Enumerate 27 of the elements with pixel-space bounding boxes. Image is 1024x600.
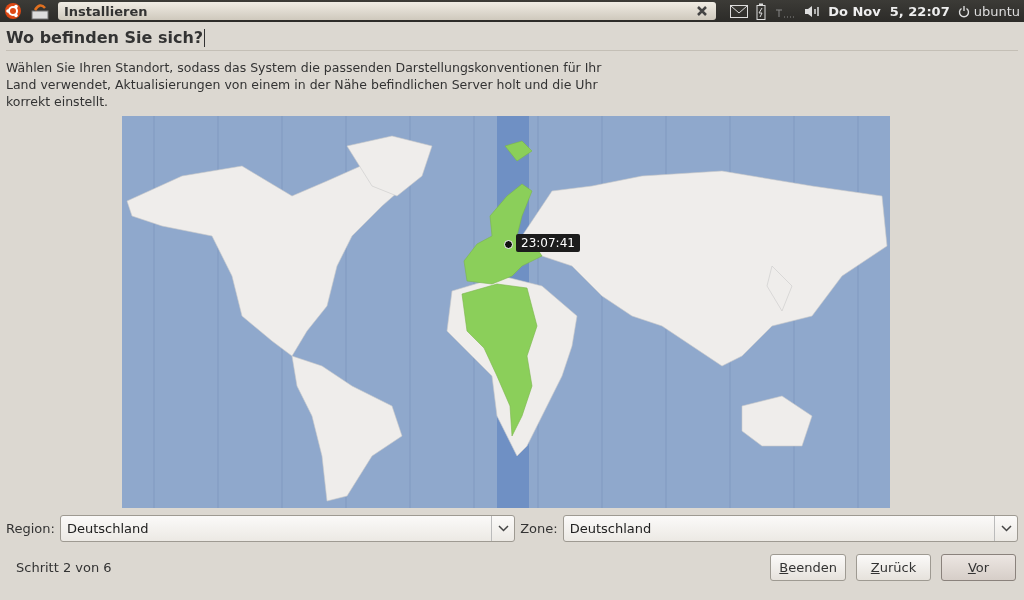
window-title: Installieren: [64, 3, 148, 19]
quit-button[interactable]: Beenden: [770, 554, 846, 581]
close-icon[interactable]: [696, 5, 709, 17]
chevron-down-icon: [497, 525, 509, 532]
chevron-down-icon: [1000, 525, 1012, 532]
mail-icon[interactable]: [730, 4, 749, 18]
session-menu[interactable]: ubuntu: [957, 3, 1020, 19]
back-button[interactable]: Zurück: [856, 554, 931, 581]
installer-icon[interactable]: [30, 2, 50, 20]
ubuntu-logo-icon[interactable]: [4, 2, 22, 20]
power-icon: [957, 4, 970, 18]
volume-icon[interactable]: [804, 4, 821, 18]
location-marker[interactable]: [504, 240, 513, 249]
step-indicator: Schritt 2 von 6: [16, 560, 112, 575]
field-label: Zone:: [520, 521, 558, 536]
window-button[interactable]: Installieren: [58, 2, 717, 20]
time-tooltip: 23:07:41: [516, 234, 580, 252]
battery-icon[interactable]: [756, 2, 767, 20]
region-dropdown[interactable]: Deutschland: [59, 515, 516, 542]
text-cursor: [204, 28, 206, 47]
forward-button[interactable]: Vor: [941, 554, 1016, 581]
clock[interactable]: Do Nov 5, 22:07: [828, 3, 950, 19]
field-label: Region:: [6, 521, 55, 536]
timezone-map[interactable]: 23:07:41: [122, 116, 890, 508]
description-text: Wählen Sie Ihren Standort, sodass das System die passenden Darstellungskonventionen für Ihr Land verwendet, Aktualisierungen von einem in der Nähe befindlichen Server holt und die Uhr korrekt einstellt.: [6, 59, 603, 110]
zone-dropdown[interactable]: Deutschland: [562, 515, 1018, 542]
page-heading: Wo befinden Sie sich?: [6, 28, 204, 47]
